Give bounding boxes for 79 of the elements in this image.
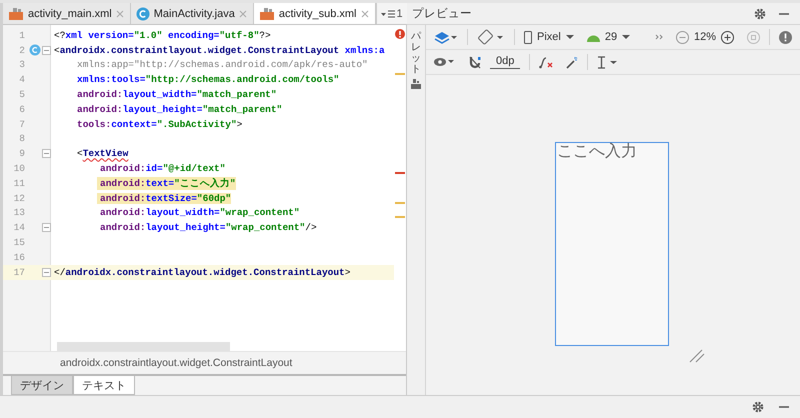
line-number: 3 xyxy=(18,59,25,70)
code-line: tools:context=".SubActivity"> xyxy=(76,118,242,130)
class-icon[interactable] xyxy=(29,44,41,56)
code-line: <TextView xyxy=(76,148,128,160)
line-number: 17 xyxy=(12,266,25,278)
magic-wand-icon[interactable] xyxy=(566,56,578,68)
line-number: 4 xyxy=(18,74,25,86)
line-number: 13 xyxy=(12,207,25,218)
error-icon[interactable] xyxy=(395,29,405,39)
line-number: 16 xyxy=(12,252,25,263)
device-dropdown[interactable]: Pixel xyxy=(537,31,561,43)
line-number: 1 xyxy=(18,30,25,41)
fold-icon[interactable] xyxy=(42,46,51,55)
scrollbar[interactable] xyxy=(57,342,230,351)
line-number: 9 xyxy=(18,148,25,160)
device-screen[interactable]: ここへ入力 xyxy=(555,142,669,346)
code-line: android:id="@+id/text" xyxy=(99,163,226,174)
xml-file-icon xyxy=(8,6,24,20)
code-line: <?xml version="1.0" encoding="utf-8"?> xyxy=(53,30,271,41)
line-number: 14 xyxy=(12,222,25,234)
api-level-dropdown[interactable]: 29 xyxy=(604,31,618,43)
breadcrumb[interactable]: androidx.constraintlayout.widget.ConstraintLayout xyxy=(60,357,292,369)
line-number: 15 xyxy=(12,237,25,248)
close-icon[interactable] xyxy=(360,10,368,18)
code-line: xmlns:tools="http://schemas.android.com/tools" xyxy=(76,74,340,86)
settings-icon[interactable] xyxy=(754,8,766,20)
editor-tab[interactable]: MainActivity.java xyxy=(130,3,254,24)
line-number: 2 xyxy=(18,44,25,56)
resize-handle-icon[interactable] xyxy=(689,349,705,363)
line-number: 5 xyxy=(18,89,25,100)
code-line: android:layout_width="match_parent" xyxy=(76,89,277,100)
line-number: 6 xyxy=(18,104,25,115)
warning-marker[interactable] xyxy=(395,216,405,218)
code-line: android:layout_height="wrap_content"/> xyxy=(99,222,317,234)
line-number: 12 xyxy=(12,192,25,204)
line-number: 10 xyxy=(12,163,25,174)
code-line: android:layout_width="wrap_content" xyxy=(99,207,300,218)
default-margin-dropdown[interactable]: 0dp xyxy=(490,55,520,69)
warning-marker[interactable] xyxy=(395,202,405,204)
warning-marker[interactable] xyxy=(395,73,405,75)
fold-icon[interactable] xyxy=(42,223,51,232)
settings-icon[interactable] xyxy=(752,401,764,413)
palette-icon[interactable] xyxy=(411,79,421,89)
eye-icon[interactable] xyxy=(434,57,456,67)
xml-file-icon xyxy=(258,6,275,20)
editor-tab[interactable]: activity_main.xml xyxy=(3,3,131,24)
list-icon xyxy=(380,8,394,18)
text-view[interactable]: ここへ入力 xyxy=(556,144,637,160)
zoom-level: 12% xyxy=(694,31,716,43)
class-icon xyxy=(136,6,150,20)
android-icon[interactable] xyxy=(586,32,600,42)
clear-constraints-icon[interactable] xyxy=(539,56,554,68)
mode-tab[interactable]: テキスト xyxy=(73,376,135,395)
code-line: xmlns:app="http://schemas.android.com/apk/res-auto" xyxy=(76,59,368,70)
magnet-icon[interactable] xyxy=(469,56,481,68)
caret-icon[interactable] xyxy=(622,34,630,40)
phone-icon[interactable] xyxy=(524,30,532,44)
palette-tab[interactable]: パレット xyxy=(411,31,421,75)
error-marker[interactable] xyxy=(395,172,405,174)
code-line: <androidx.constraintlayout.widget.ConstraintLayout xmlns:a xyxy=(53,44,385,56)
rotate-device-icon[interactable] xyxy=(477,29,505,45)
fold-icon[interactable] xyxy=(42,149,51,158)
chevron-icon[interactable] xyxy=(654,34,663,40)
editor-tab[interactable]: activity_sub.xml xyxy=(254,3,376,24)
line-number: 11 xyxy=(12,178,25,189)
fold-icon[interactable] xyxy=(42,268,51,277)
code-line: android:layout_height="match_parent" xyxy=(76,104,282,115)
line-number: 7 xyxy=(18,118,25,130)
tab-list-button[interactable]: 1 xyxy=(376,3,407,24)
panel-title: プレビュー xyxy=(412,6,472,21)
warning-icon[interactable] xyxy=(779,30,792,44)
caret-icon[interactable] xyxy=(566,34,574,40)
line-number: 8 xyxy=(18,133,25,144)
zoom-out-icon[interactable] xyxy=(676,30,689,44)
layers-icon[interactable] xyxy=(434,30,458,44)
code-line: </androidx.constraintlayout.widget.ConstraintLayout> xyxy=(53,266,350,278)
zoom-in-icon[interactable] xyxy=(721,30,734,44)
align-icon[interactable] xyxy=(597,56,620,68)
mode-tab[interactable]: デザイン xyxy=(11,376,73,395)
